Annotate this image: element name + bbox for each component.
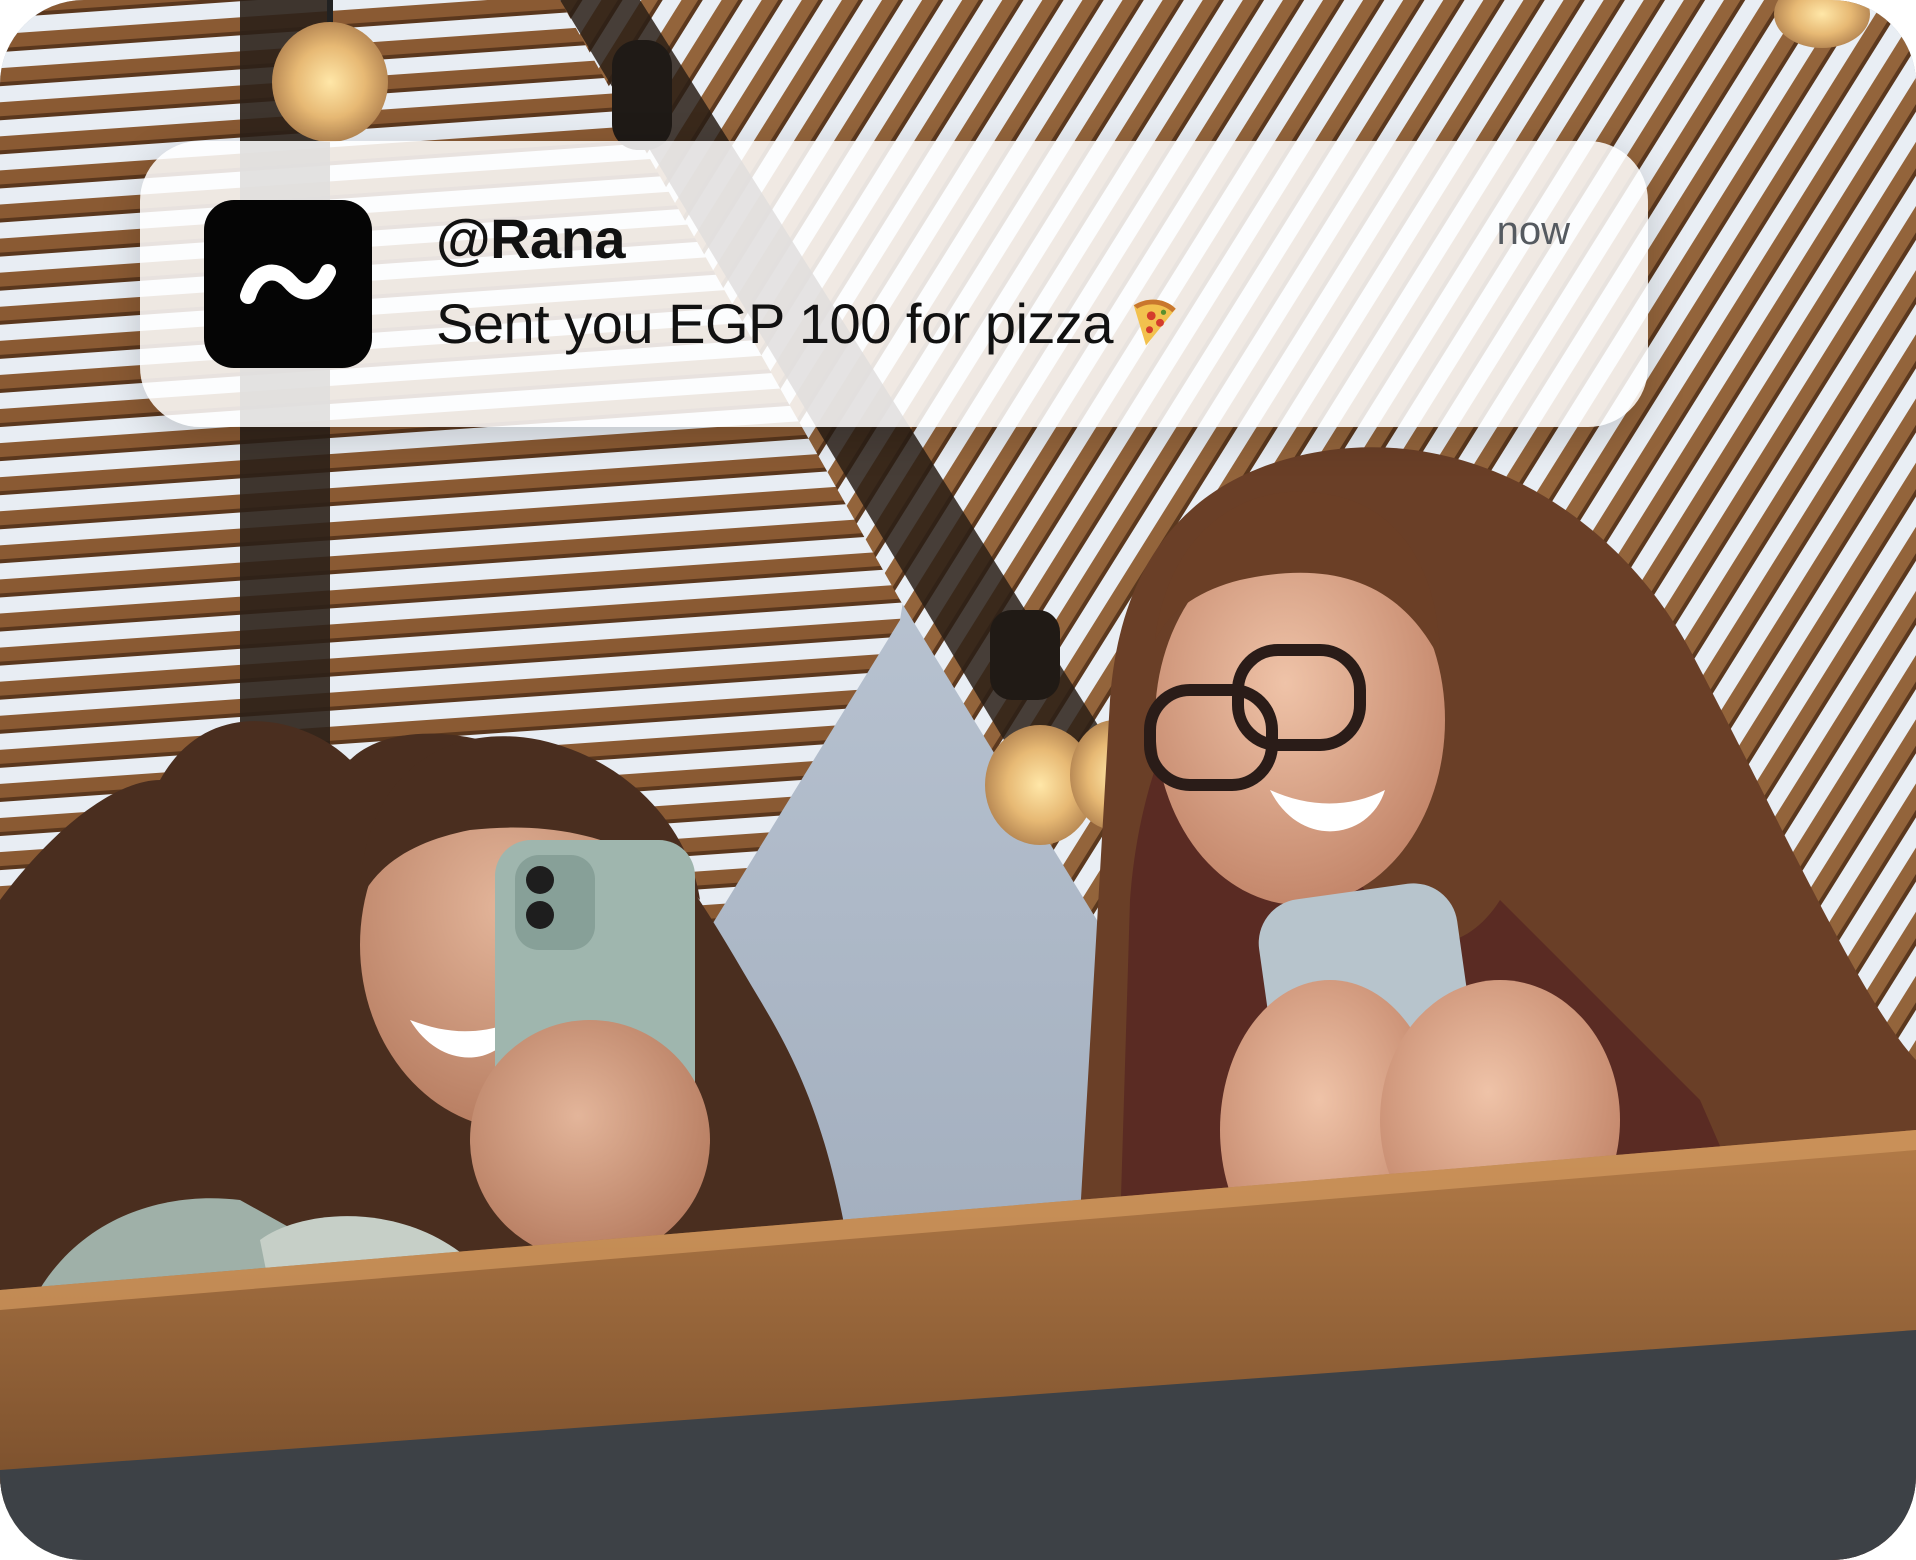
push-notification[interactable]: @Rana Sent you EGP 100 for pizza now <box>140 141 1648 427</box>
notification-time: now <box>1496 209 1570 253</box>
notification-sender: @Rana <box>436 207 626 270</box>
screen-frame: @Rana Sent you EGP 100 for pizza now <box>0 0 1916 1560</box>
app-icon <box>204 200 372 368</box>
notification-message-line: Sent you EGP 100 for pizza <box>436 293 1181 352</box>
pizza-icon <box>1133 299 1176 346</box>
tilde-logo-icon <box>240 264 336 304</box>
notification-message: Sent you EGP 100 for pizza <box>436 292 1114 355</box>
